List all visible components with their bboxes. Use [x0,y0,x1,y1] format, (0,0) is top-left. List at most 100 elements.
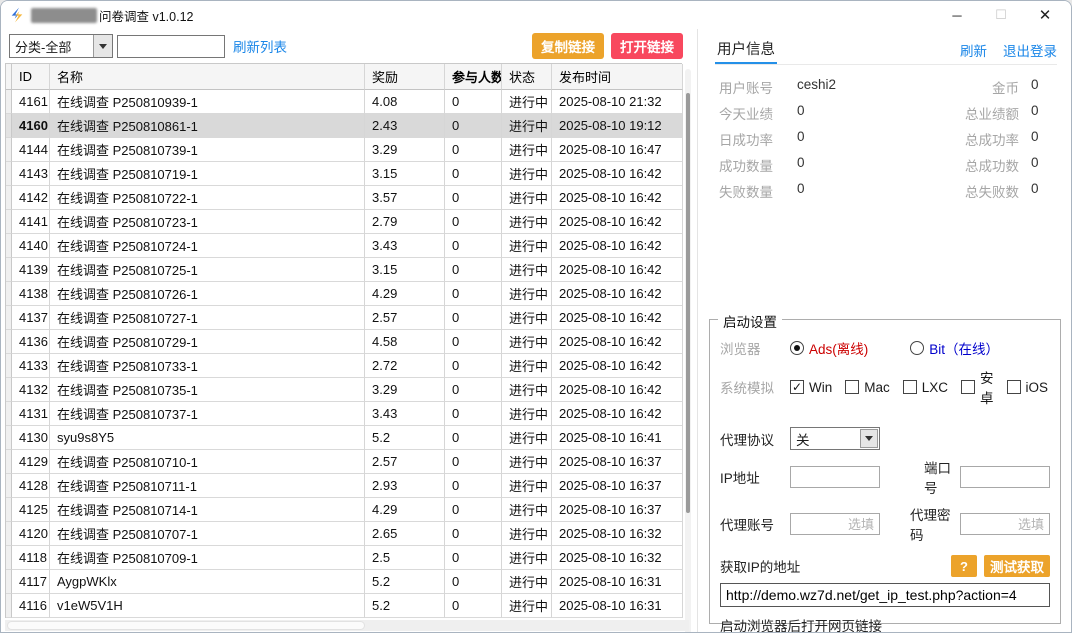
cell-name: 在线调查 P250810724-1 [50,234,365,258]
cell-name: 在线调查 P250810727-1 [50,306,365,330]
table-row[interactable]: 4128在线调查 P250810711-12.930进行中2025-08-10 … [6,474,682,498]
table-row[interactable]: 4133在线调查 P250810733-12.720进行中2025-08-10 … [6,354,682,378]
cell-status: 进行中 [502,426,552,450]
help-button[interactable]: ? [951,555,977,577]
table-row[interactable]: 4117AygpWKlx5.20进行中2025-08-10 16:31 [6,570,682,594]
horizontal-scrollbar-thumb[interactable] [7,621,365,630]
cell-status: 进行中 [502,90,552,114]
table-row[interactable]: 4125在线调查 P250810714-14.290进行中2025-08-10 … [6,498,682,522]
copy-link-button[interactable]: 复制链接 [532,33,604,59]
cell-participants: 0 [445,306,502,330]
cell-name: v1eW5V1H [50,594,365,618]
cell-name: 在线调查 P250810711-1 [50,474,365,498]
maximize-icon[interactable]: ☐ [979,1,1023,29]
proxy-pass-label: 代理密码 [910,504,960,544]
cell-time: 2025-08-10 16:37 [552,450,683,474]
open-link-button[interactable]: 打开链接 [611,33,683,59]
table-row[interactable]: 4138在线调查 P250810726-14.290进行中2025-08-10 … [6,282,682,306]
checkbox-icon [903,380,917,394]
table-row[interactable]: 4143在线调查 P250810719-13.150进行中2025-08-10 … [6,162,682,186]
cell-name: 在线调查 P250810719-1 [50,162,365,186]
cell-name: 在线调查 P250810726-1 [50,282,365,306]
system-checkbox[interactable]: Win [790,367,832,407]
vertical-scrollbar[interactable] [685,69,691,633]
cell-status: 进行中 [502,162,552,186]
table-row[interactable]: 4132在线调查 P250810735-13.290进行中2025-08-10 … [6,378,682,402]
table-row[interactable]: 4137在线调查 P250810727-12.570进行中2025-08-10 … [6,306,682,330]
cell-time: 2025-08-10 16:41 [552,426,683,450]
cell-status: 进行中 [502,210,552,234]
category-dropdown[interactable]: 分类-全部 [9,34,113,58]
chevron-down-icon[interactable] [860,429,878,448]
test-get-ip-button[interactable]: 测试获取 [984,555,1050,577]
table-row[interactable]: 4141在线调查 P250810723-12.790进行中2025-08-10 … [6,210,682,234]
port-input[interactable] [960,466,1050,488]
get-ip-url-input[interactable] [720,583,1050,607]
table-row[interactable]: 4160在线调查 P250810861-12.430进行中2025-08-10 … [6,114,682,138]
table-row[interactable]: 4131在线调查 P250810737-13.430进行中2025-08-10 … [6,402,682,426]
cell-participants: 0 [445,90,502,114]
col-header-id[interactable]: ID [12,64,50,90]
cell-status: 进行中 [502,450,552,474]
stat-label: 总成功率 [927,129,1019,149]
browser-radio[interactable]: Bit（在线） [910,338,999,358]
table-row[interactable]: 4116v1eW5V1H5.20进行中2025-08-10 16:31 [6,594,682,618]
cell-id: 4129 [12,450,50,474]
table-row[interactable]: 4161在线调查 P250810939-14.080进行中2025-08-10 … [6,90,682,114]
cell-participants: 0 [445,138,502,162]
cell-time: 2025-08-10 16:42 [552,186,683,210]
minimize-icon[interactable]: ─ [935,1,979,29]
cell-time: 2025-08-10 16:32 [552,522,683,546]
col-header-participants[interactable]: 参与人数 [445,64,502,90]
cell-reward: 3.15 [365,162,445,186]
ip-input[interactable] [790,466,880,488]
app-window: 问卷调查 v1.0.12 ─ ☐ ✕ 分类-全部 刷新列表 复制链接 打开链接 … [0,0,1072,633]
stat-value: 0 [785,129,927,149]
system-checkbox[interactable]: 安卓 [961,367,994,407]
horizontal-scrollbar[interactable] [5,620,689,631]
cell-id: 4118 [12,546,50,570]
cell-id: 4137 [12,306,50,330]
col-header-status[interactable]: 状态 [502,64,552,90]
vertical-scrollbar-thumb[interactable] [686,93,690,513]
proxy-pass-input[interactable] [960,513,1050,535]
table-row[interactable]: 4129在线调查 P250810710-12.570进行中2025-08-10 … [6,450,682,474]
browser-radio[interactable]: Ads(离线) [790,338,868,358]
cell-reward: 5.2 [365,426,445,450]
table-row[interactable]: 4120在线调查 P250810707-12.650进行中2025-08-10 … [6,522,682,546]
cell-reward: 3.29 [365,378,445,402]
table-row[interactable]: 4118在线调查 P250810709-12.50进行中2025-08-10 1… [6,546,682,570]
system-checkbox[interactable]: LXC [903,367,948,407]
window-title: 问卷调查 v1.0.12 [99,6,193,25]
table-row[interactable]: 4136在线调查 P250810729-14.580进行中2025-08-10 … [6,330,682,354]
cell-status: 进行中 [502,114,552,138]
col-header-reward[interactable]: 奖励 [365,64,445,90]
refresh-user-link[interactable]: 刷新 [960,40,987,60]
cell-name: 在线调查 P250810737-1 [50,402,365,426]
cell-name: 在线调查 P250810723-1 [50,210,365,234]
proxy-protocol-dropdown[interactable]: 关 [790,427,880,450]
search-input[interactable] [117,35,225,58]
proxy-user-input[interactable] [790,513,880,535]
get-ip-label: 获取IP的地址 [720,556,800,576]
col-header-publish-time[interactable]: 发布时间 [552,64,683,90]
stat-label: 总成功数 [927,155,1019,175]
cell-time: 2025-08-10 16:47 [552,138,683,162]
logout-link[interactable]: 退出登录 [1003,40,1057,60]
cell-name: 在线调查 P250810733-1 [50,354,365,378]
table-row[interactable]: 4139在线调查 P250810725-13.150进行中2025-08-10 … [6,258,682,282]
close-icon[interactable]: ✕ [1023,1,1067,29]
table-row[interactable]: 4130syu9s8Y55.20进行中2025-08-10 16:41 [6,426,682,450]
survey-table: ID 名称 奖励 参与人数 状态 发布时间 4161在线调查 P25081093… [5,63,682,618]
system-checkbox[interactable]: Mac [845,367,890,407]
cell-participants: 0 [445,162,502,186]
cell-participants: 0 [445,114,502,138]
refresh-list-link[interactable]: 刷新列表 [233,36,287,56]
table-row[interactable]: 4140在线调查 P250810724-13.430进行中2025-08-10 … [6,234,682,258]
col-header-name[interactable]: 名称 [50,64,365,90]
cell-status: 进行中 [502,594,552,618]
system-checkbox[interactable]: iOS [1007,367,1049,407]
table-row[interactable]: 4144在线调查 P250810739-13.290进行中2025-08-10 … [6,138,682,162]
table-row[interactable]: 4142在线调查 P250810722-13.570进行中2025-08-10 … [6,186,682,210]
chevron-down-icon[interactable] [93,35,112,57]
